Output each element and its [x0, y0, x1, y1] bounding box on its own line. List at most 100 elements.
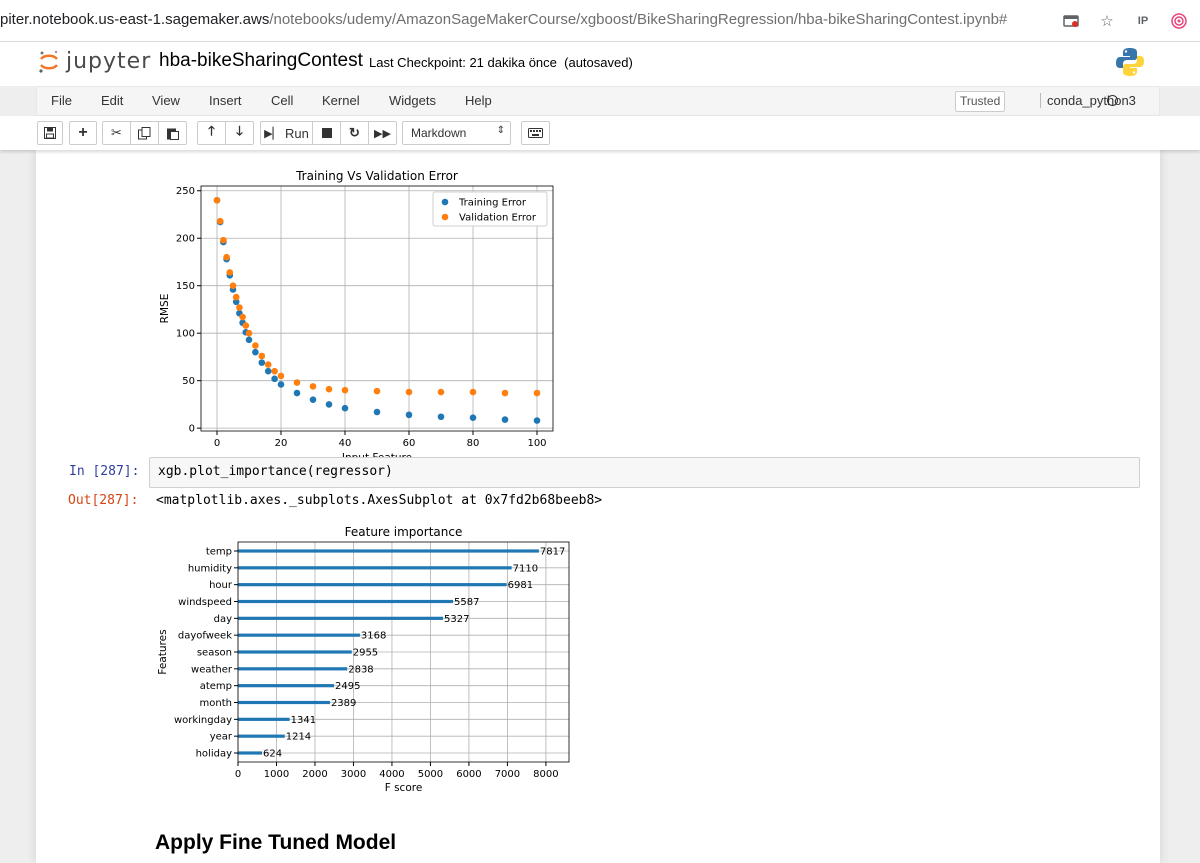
move-down-button[interactable]: 🡓	[225, 121, 254, 145]
validation-error-point	[236, 304, 243, 311]
validation-error-point	[341, 386, 349, 394]
x-tick-label: 3000	[341, 769, 366, 780]
input-prompt: In [287]:	[69, 464, 140, 479]
category-label: month	[200, 698, 232, 709]
category-label: atemp	[200, 681, 232, 692]
validation-error-point	[271, 367, 278, 375]
importance-bar	[238, 599, 454, 604]
validation-error-point	[223, 253, 230, 261]
bar-value-label: 1214	[286, 732, 311, 743]
importance-bar	[238, 616, 444, 620]
keyboard-icon	[528, 128, 543, 138]
arrow-down-icon: 🡓	[236, 123, 243, 138]
target-extension-icon[interactable]	[1168, 11, 1190, 31]
ip-extension-icon[interactable]: IP	[1132, 11, 1154, 31]
url-host: piter.notebook.us-east-1.sagemaker.aws	[0, 11, 270, 28]
training-validation-error-chart: 0 20 40 60 80 100 0 50 100 150 200 250 Training Vs V…	[159, 169, 554, 458]
importance-bar	[238, 667, 348, 671]
validation-error-point	[242, 322, 250, 329]
command-palette-button[interactable]	[521, 121, 550, 145]
trusted-badge[interactable]: Trusted	[955, 91, 1006, 112]
bar-value-label: 2495	[335, 681, 360, 692]
training-error-point	[277, 381, 285, 388]
validation-error-point	[533, 389, 541, 397]
arrow-up-icon: 🡑	[208, 123, 215, 138]
checkpoint-text: Last Checkpoint: 21 dakika önce	[369, 55, 557, 70]
validation-error-point	[258, 352, 266, 360]
notebook-name[interactable]: hba-bikeSharingContest	[159, 50, 363, 72]
menu-view[interactable]: View	[152, 93, 180, 108]
menu-edit[interactable]: Edit	[101, 93, 123, 108]
paste-button[interactable]	[158, 121, 187, 145]
training-error-point	[405, 411, 413, 419]
validation-error-point	[220, 236, 227, 244]
jupyter-logo[interactable]: jupyter	[38, 49, 151, 74]
validation-error-point	[373, 387, 381, 395]
menu-insert[interactable]: Insert	[209, 93, 242, 108]
validation-error-point	[229, 282, 237, 290]
copy-button[interactable]	[130, 121, 159, 145]
stop-icon	[321, 128, 332, 138]
validation-error-point	[245, 329, 253, 337]
kernel-name[interactable]: conda_python3	[1040, 93, 1136, 108]
importance-bar	[238, 751, 263, 755]
bar-value-label: 3168	[361, 631, 386, 642]
insert-cell-button[interactable]: +	[69, 121, 97, 145]
training-error-point	[271, 375, 278, 383]
x-tick-label: 100	[527, 438, 546, 449]
validation-error-point	[239, 313, 246, 321]
validation-error-point	[293, 379, 301, 386]
bar-value-label: 7817	[540, 547, 565, 558]
menu-help[interactable]: Help	[465, 93, 492, 108]
chart-title: Training Vs Validation Error	[295, 169, 458, 183]
url-text[interactable]: piter.notebook.us-east-1.sagemaker.aws/n…	[0, 11, 1007, 28]
restart-button[interactable]: ↻	[340, 121, 369, 145]
importance-bar	[238, 717, 290, 721]
markdown-heading: Apply Fine Tuned Model	[155, 831, 397, 854]
checkpoint-status: Last Checkpoint: 21 dakika önce (autosav…	[369, 55, 633, 70]
camera-blocked-icon[interactable]	[1060, 11, 1082, 31]
x-tick-label: 2000	[302, 769, 327, 780]
importance-bar	[238, 650, 352, 654]
kernel-status-icon	[1107, 95, 1118, 106]
menu-cell[interactable]: Cell	[271, 93, 293, 108]
interrupt-button[interactable]	[312, 121, 341, 145]
y-tick-label: 0	[189, 424, 195, 435]
importance-bar	[238, 633, 360, 637]
save-button[interactable]	[37, 121, 63, 145]
y-axis-label: Features	[157, 629, 169, 674]
copy-icon	[138, 126, 151, 139]
menu-file[interactable]: File	[51, 93, 72, 108]
validation-error-point	[325, 385, 333, 393]
bar-value-label: 2838	[348, 664, 373, 675]
cell-type-select[interactable]: Markdown ⇕	[402, 121, 511, 145]
code-cell[interactable]: xgb.plot_importance(regressor)	[149, 457, 1140, 488]
run-button[interactable]: ▶▏ Run	[260, 121, 313, 145]
training-error-point	[264, 367, 272, 375]
training-error-point	[245, 336, 253, 344]
menu-kernel[interactable]: Kernel	[322, 93, 360, 108]
move-up-button[interactable]: 🡑	[197, 121, 226, 145]
training-error-point	[309, 396, 317, 403]
x-tick-label: 40	[339, 438, 352, 449]
training-error-point	[293, 389, 301, 397]
browser-address-bar[interactable]: piter.notebook.us-east-1.sagemaker.aws/n…	[0, 0, 1200, 42]
x-tick-label: 8000	[533, 769, 558, 780]
run-label: Run	[285, 125, 309, 141]
x-tick-label: 1000	[264, 769, 289, 780]
x-tick-label: 5000	[418, 769, 443, 780]
menu-widgets[interactable]: Widgets	[389, 93, 436, 108]
url-path: /notebooks/udemy/AmazonSageMakerCourse/x…	[269, 11, 1008, 28]
jupyter-logo-icon	[39, 50, 58, 73]
bar-value-label: 5327	[444, 614, 469, 625]
training-error-point	[373, 408, 381, 416]
star-icon[interactable]: ☆	[1096, 11, 1118, 31]
restart-run-all-button[interactable]: ▶▶	[368, 121, 397, 145]
x-tick-label: 60	[403, 438, 416, 449]
category-label: workingday	[174, 715, 232, 726]
category-label: hour	[209, 580, 233, 591]
legend-marker	[441, 213, 449, 221]
feature-importance-chart: 0 1000 2000 3000 4000 5000 6000 7000 8000 temp 781…	[157, 525, 570, 793]
cut-button[interactable]: ✂	[102, 121, 131, 145]
importance-bar	[238, 566, 512, 570]
